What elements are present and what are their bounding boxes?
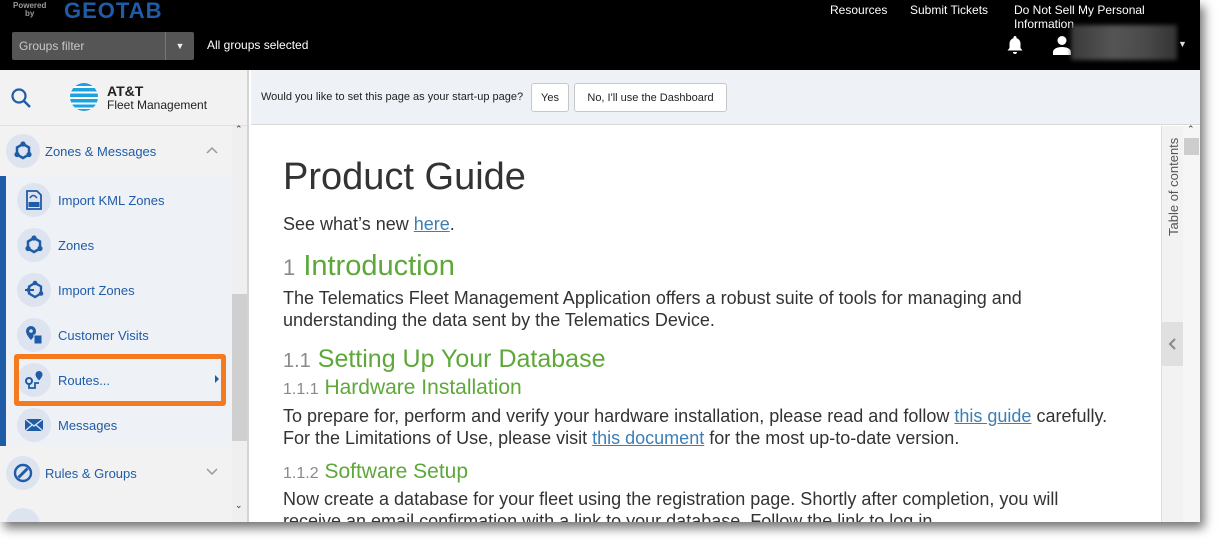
document-pane: Product Guide See what’s new here. 1 Int… <box>253 126 1161 522</box>
section-title: Software Setup <box>324 460 469 483</box>
section-number: 1.1.1 <box>283 381 319 398</box>
username-redacted[interactable] <box>1071 25 1177 60</box>
paragraph: The Telematics Fleet Management Applicat… <box>283 288 1022 308</box>
scrollbar-thumb[interactable] <box>232 294 247 441</box>
sidebar-item-customer-visits[interactable]: Customer Visits <box>17 315 225 355</box>
logo-product: Fleet Management <box>107 98 208 112</box>
section-title: Hardware Installation <box>324 376 522 399</box>
section-heading: 1.1 Setting Up Your Database <box>283 345 605 374</box>
nav-group-partial[interactable] <box>6 508 40 522</box>
whats-new-link[interactable]: here <box>414 214 450 234</box>
startup-page-prompt: Would you like to set this page as your … <box>251 70 1200 125</box>
import-zones-icon <box>17 273 51 307</box>
groups-status: All groups selected <box>207 38 309 52</box>
sidebar-item-label: Zones <box>58 237 95 253</box>
section-title: Introduction <box>303 250 455 282</box>
content-scrollbar[interactable]: ⌃ <box>1183 124 1200 522</box>
top-header: Powered by GEOTAB Groups filter ▼ All gro… <box>0 0 1200 70</box>
chevron-left-icon <box>1168 338 1176 350</box>
kml-file-icon <box>17 183 51 217</box>
toc-expand-button[interactable] <box>1162 322 1184 366</box>
nav-group-label: Zones & Messages <box>45 143 157 159</box>
geotab-logo: GEOTAB <box>64 0 163 23</box>
zones-icon <box>6 134 40 168</box>
section-number: 1.1 <box>283 350 311 372</box>
powered-by-label: Powered by <box>13 1 47 18</box>
sidebar-item-label: Import Zones <box>58 282 135 298</box>
paragraph: To prepare for, perform and verify your … <box>283 406 1107 427</box>
zones-icon <box>17 228 51 262</box>
sidebar-item-label: Import KML Zones <box>58 192 165 208</box>
startup-question: Would you like to set this page as your … <box>261 91 524 103</box>
scroll-down-icon[interactable]: ⌄ <box>235 500 243 511</box>
nav-group-label: Rules & Groups <box>45 465 137 481</box>
bell-icon[interactable] <box>1006 35 1024 55</box>
groups-filter[interactable]: Groups filter ▼ <box>12 32 194 60</box>
sidebar-scrollbar[interactable]: ⌃ ⌄ <box>232 124 247 522</box>
intro-line: See what’s new here. <box>283 214 455 235</box>
table-of-contents-rail[interactable]: Table of contents <box>1161 126 1184 522</box>
app-window: Powered by GEOTAB Groups filter ▼ All gro… <box>0 0 1200 522</box>
nav-group-zones-messages[interactable]: Zones & Messages <box>0 127 232 175</box>
page-title: Product Guide <box>283 156 526 198</box>
scrollbar-thumb[interactable] <box>1184 138 1199 155</box>
submit-tickets-link[interactable]: Submit Tickets <box>910 3 988 17</box>
nav-menu: Zones & Messages Import KML Zones Zones <box>0 126 247 522</box>
paragraph: Now create a database for your fleet usi… <box>283 489 1059 509</box>
caret-down-icon[interactable]: ▼ <box>1178 39 1187 49</box>
section-title: Setting Up Your Database <box>317 345 606 373</box>
search-icon[interactable] <box>10 87 32 109</box>
scroll-up-icon[interactable]: ⌃ <box>235 124 243 135</box>
nav-group-rules-groups[interactable]: Rules & Groups <box>0 449 232 497</box>
chevron-up-icon[interactable] <box>205 143 219 157</box>
yes-button[interactable]: Yes <box>531 83 569 112</box>
this-guide-link[interactable]: this guide <box>954 406 1031 426</box>
text: . <box>449 214 455 234</box>
sidebar-item-import-zones[interactable]: Import Zones <box>17 270 225 310</box>
logo-brand: AT&T <box>107 83 144 99</box>
use-dashboard-button[interactable]: No, I'll use the Dashboard <box>574 83 727 112</box>
text: carefully. <box>1031 406 1108 426</box>
text: To prepare for, perform and verify your … <box>283 406 955 426</box>
scroll-up-icon[interactable]: ⌃ <box>1187 124 1195 135</box>
sidebar-header: AT&T Fleet Management <box>0 70 247 126</box>
paragraph: For the Limitations of Use, please visit… <box>283 428 959 449</box>
paragraph: receive an email confirmation with a lin… <box>283 511 938 522</box>
routes-highlight-box <box>14 354 226 406</box>
section-number: 1.1.2 <box>283 465 319 482</box>
rules-icon <box>6 456 40 490</box>
sidebar: AT&T Fleet Management Zones & Messages I… <box>0 70 249 522</box>
section-heading: 1 Introduction <box>283 250 455 283</box>
text: For the Limitations of Use, please visit <box>283 428 593 448</box>
sidebar-item-messages[interactable]: Messages <box>17 405 225 445</box>
user-icon[interactable] <box>1053 35 1071 55</box>
this-document-link[interactable]: this document <box>592 428 704 448</box>
text: See what’s new <box>283 214 414 234</box>
paragraph: understanding the data sent by the Telem… <box>283 310 715 330</box>
chevron-down-icon[interactable]: ▼ <box>165 32 194 60</box>
sidebar-item-label: Customer Visits <box>58 327 149 343</box>
att-globe-logo <box>70 83 98 111</box>
section-heading: 1.1.1 Hardware Installation <box>283 376 522 400</box>
section-number: 1 <box>283 255 296 280</box>
sidebar-item-import-kml-zones[interactable]: Import KML Zones <box>17 180 225 220</box>
sidebar-item-label: Messages <box>58 417 118 433</box>
section-heading: 1.1.2 Software Setup <box>283 460 468 484</box>
text: for the most up-to-date version. <box>704 428 960 448</box>
groups-filter-input[interactable]: Groups filter <box>12 39 165 53</box>
envelope-icon <box>17 408 51 442</box>
toc-label[interactable]: Table of contents <box>1166 138 1181 236</box>
sidebar-item-zones[interactable]: Zones <box>17 225 225 265</box>
chevron-down-icon[interactable] <box>205 465 219 479</box>
customer-visits-icon <box>17 318 51 352</box>
resources-link[interactable]: Resources <box>830 3 887 17</box>
